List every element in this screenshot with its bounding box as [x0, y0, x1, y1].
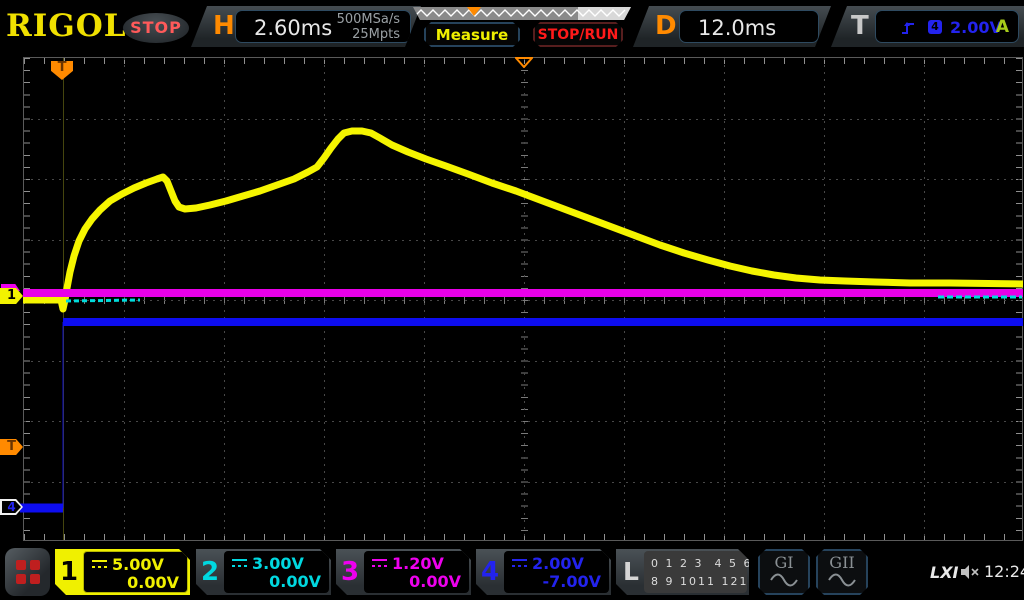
oscilloscope-screen: RIGOL STOP H 2.60ms 500MSa/s 25Mpts Meas…	[0, 0, 1024, 600]
gridline-vertical	[424, 58, 425, 540]
top-status-bar: RIGOL STOP H 2.60ms 500MSa/s 25Mpts Meas…	[0, 0, 1024, 50]
ch4-scale: 2.00V	[532, 553, 584, 573]
speaker-muted-icon[interactable]	[960, 564, 980, 580]
ch3-dc-coupling-icon	[372, 559, 387, 568]
trigger-panel[interactable]: T 4 2.00V A	[831, 6, 1024, 47]
ch1-offset: 0.00V	[127, 573, 179, 592]
trigger-edge-icon	[902, 22, 914, 34]
gridline-horizontal	[24, 360, 1022, 362]
trigger-mode: A	[995, 17, 1009, 37]
bottom-status-bar: 1 5.00V 0.00V 2 3.00V 0.00V 3 1.20V 0.00…	[0, 545, 1024, 600]
gridline-horizontal	[24, 481, 1022, 483]
run-state-badge[interactable]: STOP	[123, 13, 189, 43]
gridline-horizontal	[24, 118, 1022, 120]
channel-4-badge[interactable]: 4 2.00V -7.00V	[476, 549, 611, 595]
delay-label: D	[655, 11, 677, 41]
gridline-vertical	[924, 58, 925, 540]
ch4-dc-coupling-icon	[512, 559, 527, 568]
delay-panel[interactable]: D 12.0ms	[633, 6, 831, 47]
preview-waveform-icon	[413, 7, 631, 20]
gridline-vertical	[724, 58, 725, 540]
clock: 12:24	[984, 562, 1024, 581]
gridline-vertical	[824, 58, 825, 540]
horizontal-label: H	[213, 11, 235, 41]
gridline-vertical	[324, 58, 325, 540]
sine-wave-icon	[769, 573, 799, 587]
generator-1-button[interactable]: GI	[758, 549, 810, 595]
sine-wave-icon	[827, 573, 857, 587]
ch4-position-marker[interactable]: 4	[0, 499, 23, 515]
channel-3-badge[interactable]: 3 1.20V 0.00V	[336, 549, 471, 595]
logic-row-0-7: 0 1 2 3 4 5 6 7	[651, 557, 767, 570]
trigger-time-line	[63, 58, 64, 540]
measure-button[interactable]: Measure	[424, 22, 520, 47]
trigger-box[interactable]: 4 2.00V A	[875, 10, 1019, 43]
gridline-horizontal	[24, 300, 1022, 301]
sample-rate: 500MSa/s	[336, 12, 400, 27]
ch2-dc-coupling-icon	[232, 559, 247, 568]
generator-2-button[interactable]: GII	[816, 549, 868, 595]
gridline-horizontal	[24, 421, 1022, 422]
ch4-offset: -7.00V	[542, 572, 601, 591]
delay-value: 12.0ms	[698, 16, 777, 40]
trigger-level-value: 2.00V	[950, 18, 1002, 37]
menu-button[interactable]	[5, 548, 50, 596]
ch3-scale: 1.20V	[392, 553, 444, 573]
memory-preview-strip[interactable]	[413, 7, 631, 20]
gridline-vertical	[524, 58, 525, 540]
logic-analyzer-badge[interactable]: L 0 1 2 3 4 5 6 7 8 9 1011 12131415	[616, 549, 749, 595]
timebase-box[interactable]: 2.60ms 500MSa/s 25Mpts	[235, 10, 411, 43]
trigger-source-badge: 4	[928, 20, 942, 34]
gridline-vertical	[124, 58, 125, 540]
ch3-offset: 0.00V	[409, 572, 461, 591]
ch1-dc-coupling-icon	[92, 560, 107, 569]
logic-row-8-15: 8 9 1011 12131415	[651, 575, 794, 588]
trigger-label: T	[851, 11, 869, 41]
gridline-vertical	[224, 58, 225, 540]
gridline-horizontal	[24, 179, 1022, 180]
channel-1-badge[interactable]: 1 5.00V 0.00V	[55, 549, 190, 595]
channel-2-badge[interactable]: 2 3.00V 0.00V	[196, 549, 331, 595]
menu-grid-icon	[16, 560, 40, 584]
graticule[interactable]	[23, 57, 1023, 541]
gridline-horizontal	[24, 239, 1022, 241]
trigger-level-marker[interactable]: T	[0, 439, 23, 455]
ch1-scale: 5.00V	[112, 554, 164, 574]
ch2-scale: 3.00V	[252, 553, 304, 573]
timebase-value: 2.60ms	[254, 16, 333, 40]
gridline-vertical	[624, 58, 625, 540]
stop-run-button[interactable]: STOP/RUN	[533, 22, 623, 47]
ch2-offset: 0.00V	[269, 572, 321, 591]
preview-trigger-marker-icon	[467, 7, 481, 16]
memory-depth: 25Mpts	[352, 27, 400, 42]
delay-box[interactable]: 12.0ms	[679, 10, 819, 43]
delay-position-indicator-icon	[515, 57, 533, 68]
horizontal-panel[interactable]: H 2.60ms 500MSa/s 25Mpts	[191, 6, 421, 47]
rigol-logo: RIGOL	[6, 8, 127, 44]
lxi-status: LXI	[930, 563, 959, 582]
